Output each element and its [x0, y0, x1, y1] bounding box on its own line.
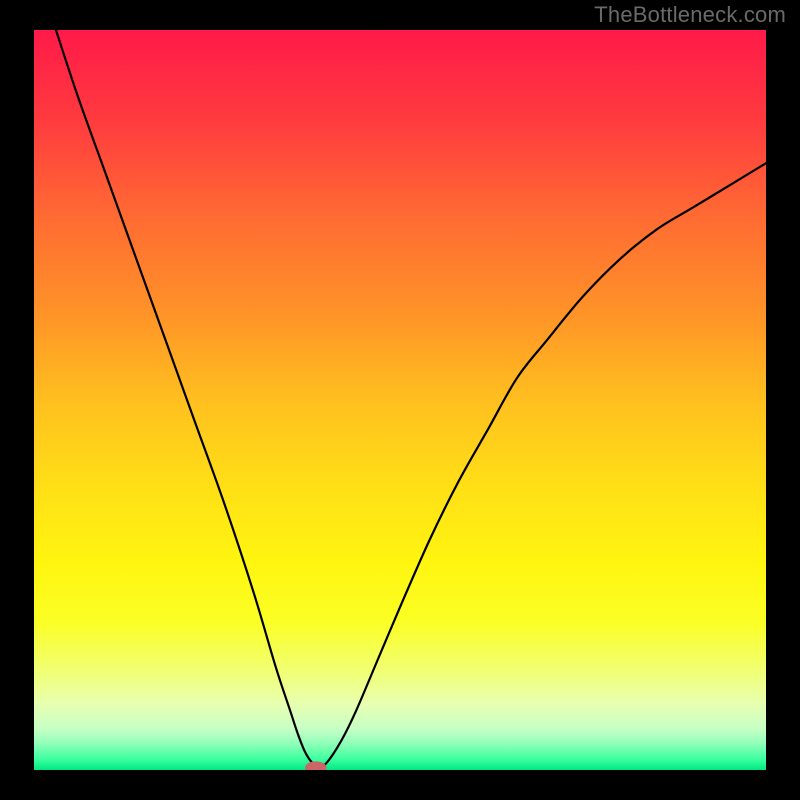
minimum-marker — [306, 762, 327, 770]
chart-svg — [34, 30, 766, 770]
chart-frame: TheBottleneck.com — [0, 0, 800, 800]
watermark-text: TheBottleneck.com — [594, 2, 786, 28]
plot-area — [34, 30, 766, 770]
gradient-background — [34, 30, 766, 770]
